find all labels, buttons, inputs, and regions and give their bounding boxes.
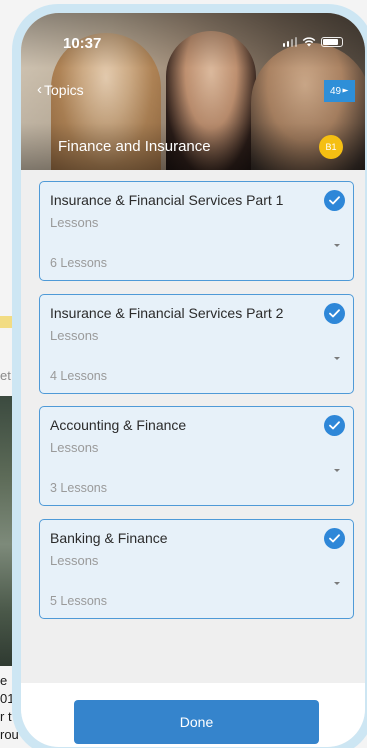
lesson-count: 3 Lessons [50,481,107,495]
lesson-count: 6 Lessons [50,256,107,270]
flag-icon [342,88,349,92]
check-icon [324,190,345,211]
topic-subtitle: Lessons [50,215,99,230]
wifi-icon [302,37,316,47]
topic-title: Insurance & Financial Services Part 2 [50,304,284,321]
page-title: Finance and Insurance [58,138,211,155]
counter-badge[interactable]: 49 [324,80,355,102]
back-button[interactable]: ‹ Topics [37,81,84,98]
level-badge: B1 [319,135,343,159]
topic-card[interactable]: Banking & Finance Lessons 5 Lessons [39,518,354,619]
chevron-left-icon: ‹ [37,81,42,98]
topic-subtitle: Lessons [50,552,99,568]
lesson-count: 5 Lessons [50,593,107,608]
topic-card[interactable]: Insurance & Financial Services Part 1 Le… [39,181,354,281]
done-button[interactable]: Done [74,700,319,744]
topic-title: Accounting & Finance [50,417,187,433]
topic-subtitle: Lessons [50,327,99,343]
check-icon [324,302,345,324]
chevron-down-icon[interactable] [334,244,340,247]
chevron-down-icon[interactable] [334,356,340,360]
bottom-bar: Done [21,683,365,747]
background-word: et [0,368,11,383]
app-screen: 10:37 ‹ Topics 49 Finance and Insurance … [21,13,365,747]
topic-subtitle: Lessons [50,440,99,455]
check-icon [324,415,345,436]
status-time: 10:37 [63,35,102,52]
chevron-down-icon[interactable] [334,581,340,585]
chevron-down-icon[interactable] [334,469,340,472]
topic-title: Banking & Finance [50,529,168,546]
topic-title: Insurance & Financial Services Part 1 [50,192,284,208]
topic-card[interactable]: Insurance & Financial Services Part 2 Le… [39,293,354,394]
back-label: Topics [44,81,84,98]
counter-value: 49 [329,85,342,97]
topic-card[interactable]: Accounting & Finance Lessons 3 Lessons [39,406,354,506]
check-icon [324,527,345,549]
phone-frame: 10:37 ‹ Topics 49 Finance and Insurance … [12,4,367,748]
status-icons [282,37,343,47]
battery-icon [321,37,343,47]
signal-icon [282,37,297,47]
topic-header: 10:37 ‹ Topics 49 Finance and Insurance … [21,13,365,170]
lesson-count: 4 Lessons [50,368,107,383]
topic-list: Insurance & Financial Services Part 1 Le… [39,181,354,631]
